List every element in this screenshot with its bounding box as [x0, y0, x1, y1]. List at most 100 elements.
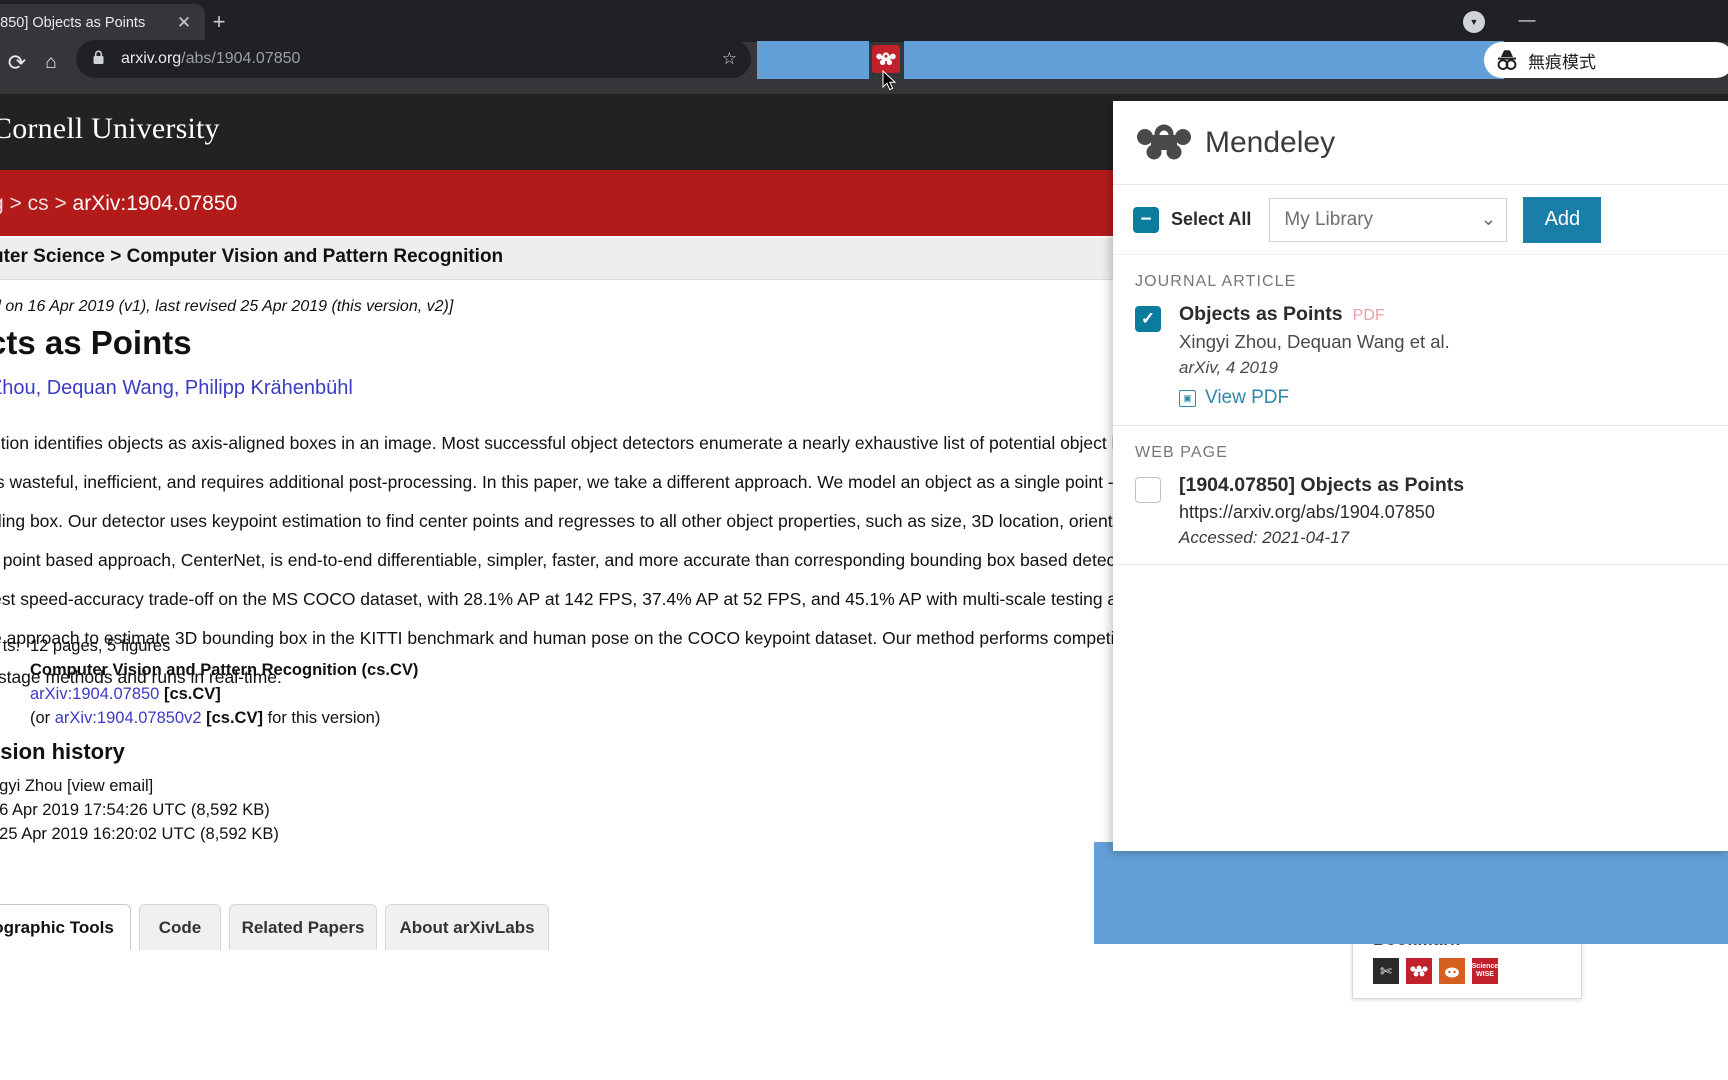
- tab-label: Code: [158, 917, 202, 937]
- bibsonomy-icon[interactable]: ✄: [1373, 958, 1399, 984]
- incognito-indicator[interactable]: 無痕模式: [1484, 42, 1728, 78]
- incognito-label: 無痕模式: [1528, 52, 1596, 72]
- mendeley-section-web-page: WEB PAGE [1904.07850] Objects as Points …: [1113, 426, 1728, 565]
- pdf-file-icon: ▣: [1179, 389, 1196, 407]
- browser-tab-active[interactable]: 07850] Objects as Points ✕: [0, 4, 205, 42]
- metadata-row-version: (or arXiv:1904.07850v2 [cs.CV] for this …: [0, 706, 418, 730]
- section-title: WEB PAGE: [1135, 444, 1228, 461]
- selection-overlay-toolbar-left: [757, 41, 869, 79]
- incognito-icon: [1492, 45, 1522, 75]
- cite-value: arXiv:1904.07850 [cs.CV]: [30, 682, 221, 706]
- item-checkbox[interactable]: [1135, 477, 1161, 503]
- breadcrumb: g > cs > arXiv:1904.07850: [0, 192, 237, 216]
- add-button[interactable]: Add: [1523, 196, 1602, 243]
- address-bar[interactable]: arxiv.org/abs/1904.07850 ☆: [76, 40, 751, 78]
- item-accessed: Accessed: 2021-04-17: [1179, 528, 1350, 547]
- tab-about-arxivlabs[interactable]: About arXivLabs: [385, 904, 549, 950]
- mendeley-popup-panel: Mendeley − Select All My Library ⌄ Add J…: [1113, 101, 1728, 851]
- library-select[interactable]: My Library ⌄: [1269, 197, 1508, 242]
- page-title: cts as Points: [0, 324, 192, 361]
- cornell-logo[interactable]: Cornell University: [0, 112, 220, 146]
- item-title: [1904.07850] Objects as Points: [1179, 474, 1465, 496]
- abstract-line: is wasteful, inefficient, and requires a…: [0, 472, 1145, 492]
- subject-breadcrumb: uter Science > Computer Vision and Patte…: [0, 246, 504, 267]
- subjects-value: Computer Vision and Pattern Recognition …: [30, 661, 419, 679]
- tab-related-papers[interactable]: Related Papers: [229, 904, 377, 950]
- mendeley-section-journal-article: JOURNAL ARTICLE ✓ Objects as Points PDF X…: [1113, 255, 1728, 426]
- new-tab-icon[interactable]: +: [205, 9, 233, 37]
- history-line: 16 Apr 2019 17:54:26 UTC (8,592 KB): [0, 801, 270, 819]
- tab-label: ographic Tools: [0, 917, 114, 937]
- version-link[interactable]: arXiv:1904.07850v2: [55, 709, 202, 727]
- bookmark-star-icon[interactable]: ☆: [722, 49, 737, 69]
- mendeley-logo-icon: [1135, 123, 1193, 163]
- reddit-icon[interactable]: [1439, 958, 1465, 984]
- screen: Cornell University g > cs > arXiv:1904.0…: [0, 0, 1728, 1080]
- abstract-line: ding box. Our detector uses keypoint est…: [0, 511, 1141, 531]
- sciencewise-icon[interactable]: Science WISE: [1472, 958, 1498, 984]
- list-item: [1904.07850] Objects as Points https://a…: [1135, 474, 1728, 548]
- list-item: ✓ Objects as Points PDF Xingyi Zhou, Dequ…: [1135, 303, 1728, 409]
- reload-icon[interactable]: ⟳: [0, 46, 34, 80]
- url-domain: arxiv.org: [121, 50, 182, 67]
- comments-value: 12 pages, 5 figures: [30, 637, 171, 655]
- lock-icon: [92, 50, 108, 68]
- item-url: https://arxiv.org/abs/1904.07850: [1179, 502, 1435, 522]
- close-icon[interactable]: ✕: [171, 10, 197, 36]
- pdf-badge: PDF: [1352, 307, 1385, 324]
- bookmark-icon-row: ✄ Science WISE: [1373, 958, 1498, 984]
- item-checkbox[interactable]: ✓: [1135, 306, 1161, 332]
- mendeley-wordmark: Mendeley: [1205, 125, 1336, 159]
- item-source: arXiv, 4 2019: [1179, 358, 1278, 377]
- tab-label: Related Papers: [241, 917, 365, 937]
- mouse-cursor: [882, 69, 898, 92]
- version-prefix: (or: [30, 709, 55, 727]
- comments-label: ts:: [2, 637, 20, 655]
- cite-category-tag: [cs.CV]: [163, 685, 221, 703]
- item-body: [1904.07850] Objects as Points https://a…: [1179, 474, 1464, 548]
- mendeley-panel-header: Mendeley: [1113, 101, 1728, 185]
- library-select-value: My Library: [1284, 208, 1374, 230]
- mendeley-action-bar: − Select All My Library ⌄ Add: [1113, 185, 1728, 255]
- abstract-line: est speed-accuracy trade-off on the MS C…: [0, 589, 1137, 609]
- selection-overlay-toolbar-right: [904, 41, 1504, 79]
- author-list[interactable]: Zhou, Dequan Wang, Philipp Krähenbühl: [0, 377, 353, 400]
- minimize-icon[interactable]: —: [1512, 10, 1542, 34]
- section-title: JOURNAL ARTICLE: [1135, 273, 1297, 290]
- item-title-row: Objects as Points PDF: [1179, 303, 1450, 326]
- metadata-row-comments: ts: 12 pages, 5 figures: [0, 634, 418, 658]
- version-category-tag: [cs.CV]: [206, 709, 263, 727]
- paper-metadata: ts: 12 pages, 5 figures Computer Vision …: [0, 634, 419, 730]
- version-value: (or arXiv:1904.07850v2 [cs.CV] for this …: [30, 706, 380, 730]
- view-pdf-label: View PDF: [1205, 387, 1290, 408]
- metadata-row-subjects: Computer Vision and Pattern Recognition …: [0, 658, 418, 682]
- select-all-checkbox[interactable]: −: [1133, 206, 1159, 233]
- url-text: arxiv.org/abs/1904.07850: [121, 50, 716, 68]
- history-line: , 25 Apr 2019 16:20:02 UTC (8,592 KB): [0, 825, 279, 843]
- view-pdf-link[interactable]: ▣ View PDF: [1179, 387, 1450, 409]
- tab-bibliographic-tools[interactable]: ographic Tools: [0, 904, 131, 950]
- mendeley-extension-icon[interactable]: [872, 45, 900, 73]
- item-authors: Xingyi Zhou, Dequan Wang et al.: [1179, 331, 1450, 352]
- url-path: /abs/1904.07850: [181, 50, 301, 67]
- chevron-down-icon[interactable]: ▼: [1463, 11, 1485, 33]
- submitted-date-line: d on 16 Apr 2019 (v1), last revised 25 A…: [0, 298, 454, 315]
- submission-history-heading: ssion history: [0, 739, 125, 764]
- abstract-line: ction identifies objects as axis-aligned…: [0, 433, 1144, 453]
- abstract-line: r point based approach, CenterNet, is en…: [0, 550, 1136, 570]
- home-icon[interactable]: ⌂: [34, 47, 68, 79]
- cite-link[interactable]: arXiv:1904.07850: [30, 685, 159, 703]
- item-title: Objects as Points: [1179, 303, 1343, 325]
- item-body: Objects as Points PDF Xingyi Zhou, Dequan…: [1179, 303, 1450, 409]
- tab-label: About arXivLabs: [399, 917, 535, 937]
- select-all-label: Select All: [1171, 209, 1252, 229]
- selection-overlay-page: [1094, 842, 1728, 944]
- tab-title: 07850] Objects as Points: [0, 15, 146, 31]
- mendeley-icon[interactable]: [1406, 958, 1432, 984]
- history-line[interactable]: ngyi Zhou [view email]: [0, 774, 279, 798]
- submission-history-list: ngyi Zhou [view email] 16 Apr 2019 17:54…: [0, 774, 279, 846]
- version-suffix: for this version): [262, 709, 381, 727]
- tab-code[interactable]: Code: [139, 904, 221, 950]
- metadata-row-cite: arXiv:1904.07850 [cs.CV]: [0, 682, 418, 706]
- breadcrumb-prefix[interactable]: g > cs >: [0, 192, 73, 215]
